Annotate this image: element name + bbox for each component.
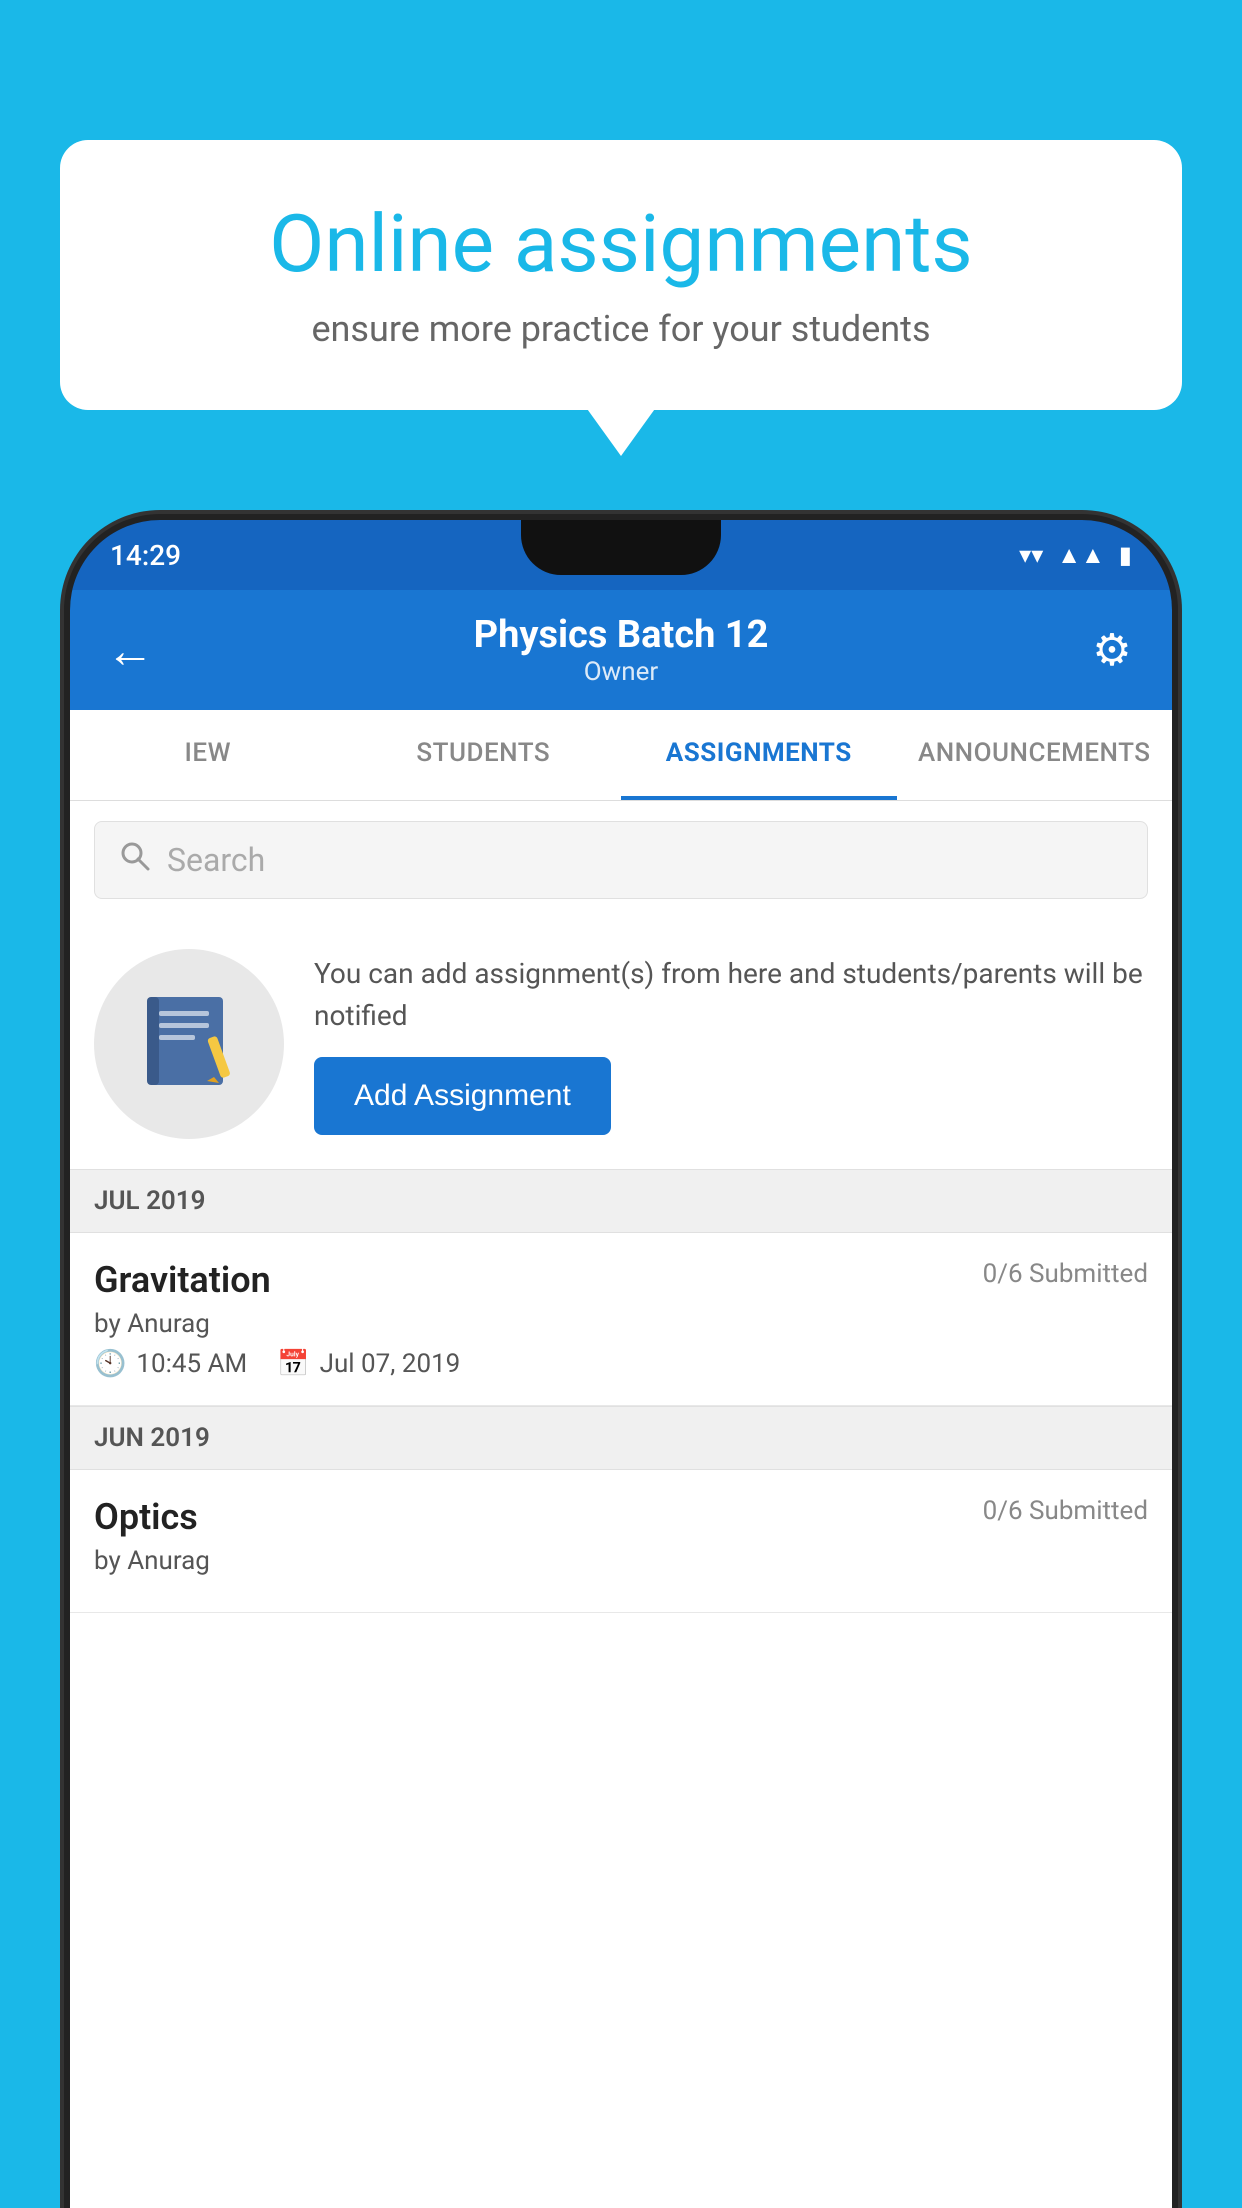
app-header: ← Physics Batch 12 Owner ⚙ — [70, 590, 1172, 710]
assignment-item-gravitation[interactable]: Gravitation 0/6 Submitted by Anurag 🕙 10… — [70, 1233, 1172, 1406]
speech-bubble-subtitle: ensure more practice for your students — [130, 308, 1112, 350]
assignment-date-value: Jul 07, 2019 — [320, 1349, 461, 1379]
phone-notch — [521, 520, 721, 575]
assignment-date-gravitation: 📅 Jul 07, 2019 — [277, 1349, 460, 1379]
tab-announcements[interactable]: ANNOUNCEMENTS — [897, 710, 1173, 800]
speech-bubble: Online assignments ensure more practice … — [60, 140, 1182, 410]
add-assignment-right: You can add assignment(s) from here and … — [314, 953, 1148, 1135]
settings-button[interactable]: ⚙ — [1082, 624, 1142, 676]
notebook-icon-circle — [94, 949, 284, 1139]
speech-bubble-area: Online assignments ensure more practice … — [60, 140, 1182, 410]
assignment-time-value: 10:45 AM — [136, 1349, 247, 1379]
tab-assignments[interactable]: ASSIGNMENTS — [621, 710, 897, 800]
assignment-item-optics[interactable]: Optics 0/6 Submitted by Anurag — [70, 1470, 1172, 1613]
month-divider-jul: JUL 2019 — [70, 1169, 1172, 1233]
assignment-by-optics: by Anurag — [94, 1546, 1148, 1576]
assignment-meta-gravitation: 🕙 10:45 AM 📅 Jul 07, 2019 — [94, 1349, 1148, 1379]
tab-iew[interactable]: IEW — [70, 710, 346, 800]
add-assignment-section: You can add assignment(s) from here and … — [70, 919, 1172, 1169]
notebook-icon — [139, 989, 239, 1099]
signal-icon: ▲▲ — [1057, 541, 1105, 570]
add-assignment-button[interactable]: Add Assignment — [314, 1057, 611, 1135]
assignment-submitted-optics: 0/6 Submitted — [983, 1496, 1148, 1526]
battery-icon: ▮ — [1119, 541, 1132, 569]
assignment-header-optics: Optics 0/6 Submitted — [94, 1496, 1148, 1538]
header-center: Physics Batch 12 Owner — [160, 613, 1082, 687]
calendar-icon: 📅 — [277, 1349, 309, 1379]
assignment-submitted-gravitation: 0/6 Submitted — [983, 1259, 1148, 1289]
search-placeholder: Search — [167, 841, 265, 879]
add-assignment-desc: You can add assignment(s) from here and … — [314, 953, 1148, 1037]
status-time: 14:29 — [110, 539, 181, 572]
month-divider-jun: JUN 2019 — [70, 1406, 1172, 1470]
assignment-title-optics: Optics — [94, 1496, 198, 1538]
back-button[interactable]: ← — [100, 622, 160, 679]
clock-icon: 🕙 — [94, 1349, 126, 1379]
assignment-header-gravitation: Gravitation 0/6 Submitted — [94, 1259, 1148, 1301]
phone-frame: 14:29 ▾▾ ▲▲ ▮ ← Physics Batch 12 Owner ⚙… — [70, 520, 1172, 2208]
status-icons: ▾▾ ▲▲ ▮ — [1019, 541, 1132, 570]
search-bar[interactable]: Search — [70, 801, 1172, 919]
assignment-by-gravitation: by Anurag — [94, 1309, 1148, 1339]
speech-bubble-title: Online assignments — [130, 200, 1112, 288]
wifi-icon: ▾▾ — [1019, 541, 1043, 569]
assignment-title-gravitation: Gravitation — [94, 1259, 271, 1301]
header-subtitle: Owner — [160, 657, 1082, 687]
assignment-time-gravitation: 🕙 10:45 AM — [94, 1349, 247, 1379]
tab-students[interactable]: STUDENTS — [346, 710, 622, 800]
screen-content: IEW STUDENTS ASSIGNMENTS ANNOUNCEMENTS S… — [70, 710, 1172, 2208]
header-title: Physics Batch 12 — [160, 613, 1082, 657]
tabs-bar: IEW STUDENTS ASSIGNMENTS ANNOUNCEMENTS — [70, 710, 1172, 801]
search-input-wrapper[interactable]: Search — [94, 821, 1148, 899]
search-icon — [119, 840, 151, 880]
